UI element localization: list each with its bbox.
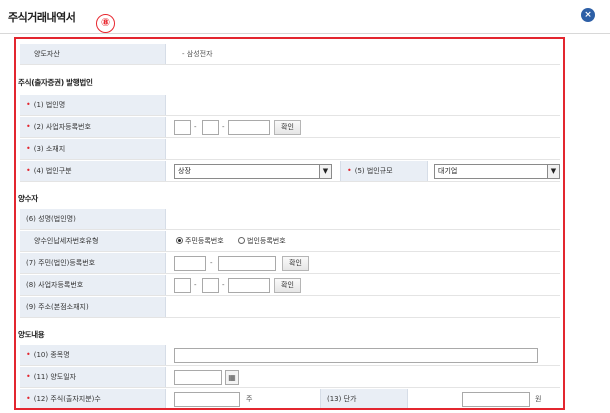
required-icon: •: [26, 100, 31, 109]
shares-unit: 주: [246, 395, 253, 403]
transfer-date-label-text: (11) 양도일자: [33, 373, 77, 381]
row-transferee-name: (6) 성명(법인명): [20, 209, 560, 230]
required-icon: •: [26, 372, 31, 381]
dash: -: [194, 281, 197, 289]
corp-type-select[interactable]: 상장 ▼: [174, 164, 332, 179]
transferee-address-label: (9) 주소(본점소재지): [20, 297, 166, 317]
dash: -: [222, 281, 225, 289]
section-issuer: 주식(출자증권) 발행법인: [18, 78, 93, 87]
row-item-name: • (10) 종목명: [20, 345, 560, 366]
required-icon: •: [26, 350, 31, 359]
radio-corp-reg-no[interactable]: 법인등록번호: [238, 231, 286, 251]
close-icon[interactable]: ×: [581, 8, 595, 22]
radio-corp-reg-no-label: 법인등록번호: [247, 237, 286, 245]
radio-checked-icon: [176, 237, 183, 244]
radio-unchecked-icon: [238, 237, 245, 244]
biz-reg-input-2[interactable]: [202, 120, 219, 135]
address-label: • (3) 소재지: [20, 139, 166, 159]
unit-price-label: (13) 단가: [320, 389, 408, 408]
transferee-biz-reg-input-2[interactable]: [202, 278, 219, 293]
price-unit: 원: [535, 395, 542, 403]
row-corp-name: • (1) 법인명: [20, 95, 560, 116]
unit-price-input[interactable]: [462, 392, 530, 407]
address-label-text: (3) 소재지: [33, 145, 66, 153]
biz-reg-confirm-button[interactable]: 확인: [274, 120, 301, 135]
resident-no-confirm-button[interactable]: 확인: [282, 256, 309, 271]
resident-no-label: (7) 주민(법인)등록번호: [20, 253, 166, 273]
section-transfer: 양도내용: [18, 330, 45, 339]
corp-type-label: • (4) 법인구분: [20, 161, 166, 181]
required-icon: •: [26, 166, 31, 175]
transferee-biz-reg-confirm-button[interactable]: 확인: [274, 278, 301, 293]
corp-type-label-text: (4) 법인구분: [33, 167, 72, 175]
dash: -: [210, 259, 213, 267]
row-transferee-biz-reg: (8) 사업자등록번호 - - 확인: [20, 275, 560, 296]
radio-resident-no[interactable]: 주민등록번호: [176, 231, 224, 251]
transferee-biz-reg-input-1[interactable]: [174, 278, 191, 293]
shares-label: • (12) 주식(출자지분)수: [20, 389, 166, 408]
highlighted-form: 양도자산 - 삼성전자 주식(출자증권) 발행법인 • (1) 법인명 • (2) …: [14, 37, 565, 410]
transfer-date-input[interactable]: [174, 370, 222, 385]
item-name-label: • (10) 종목명: [20, 345, 166, 365]
calendar-icon[interactable]: ▦: [225, 370, 239, 385]
biz-reg-input-1[interactable]: [174, 120, 191, 135]
chevron-down-icon: ▼: [319, 165, 331, 178]
row-id-type: 양수인납세자번호유형 주민등록번호 법인등록번호: [20, 231, 560, 252]
corp-name-label-text: (1) 법인명: [33, 101, 66, 109]
shares-label-text: (12) 주식(출자지분)수: [33, 395, 101, 403]
row-biz-reg: • (2) 사업자등록번호 - - 확인: [20, 117, 560, 138]
required-icon: •: [26, 122, 31, 131]
window-title: 주식거래내역서: [8, 11, 76, 24]
required-icon: •: [26, 144, 31, 153]
transfer-asset-value: - 삼성전자: [182, 50, 213, 58]
step-badge: ⑧: [96, 14, 115, 33]
corp-size-select[interactable]: 대기업 ▼: [434, 164, 560, 179]
id-type-label: 양수인납세자번호유형: [20, 231, 166, 251]
resident-no-input-1[interactable]: [174, 256, 206, 271]
row-transfer-date: • (11) 양도일자 ▦: [20, 367, 560, 388]
transferee-biz-reg-label: (8) 사업자등록번호: [20, 275, 166, 295]
resident-no-input-2[interactable]: [218, 256, 276, 271]
row-address: • (3) 소재지: [20, 139, 560, 160]
section-transferee: 양수자: [18, 194, 38, 203]
window-titlebar: 주식거래내역서 ⑧ ×: [0, 0, 610, 34]
row-corp-type: • (4) 법인구분 상장 ▼ • (5) 법인규모 대기업 ▼: [20, 161, 560, 182]
biz-reg-label: • (2) 사업자등록번호: [20, 117, 166, 137]
biz-reg-label-text: (2) 사업자등록번호: [33, 123, 91, 131]
biz-reg-input-3[interactable]: [228, 120, 270, 135]
corp-size-value: 대기업: [438, 167, 458, 175]
transfer-asset-label: 양도자산: [20, 44, 166, 64]
transferee-name-label: (6) 성명(법인명): [20, 209, 166, 229]
corp-size-label: • (5) 법인규모: [340, 161, 428, 181]
dash: -: [194, 123, 197, 131]
row-transfer-asset: 양도자산 - 삼성전자: [20, 44, 560, 65]
row-transferee-address: (9) 주소(본점소재지): [20, 297, 560, 318]
row-shares: • (12) 주식(출자지분)수 주 (13) 단가 원: [20, 389, 560, 408]
chevron-down-icon: ▼: [547, 165, 559, 178]
transfer-date-label: • (11) 양도일자: [20, 367, 166, 387]
row-resident-no: (7) 주민(법인)등록번호 - 확인: [20, 253, 560, 274]
dash: -: [222, 123, 225, 131]
transferee-biz-reg-input-3[interactable]: [228, 278, 270, 293]
required-icon: •: [347, 166, 352, 175]
shares-input[interactable]: [174, 392, 240, 407]
item-name-label-text: (10) 종목명: [33, 351, 70, 359]
radio-resident-no-label: 주민등록번호: [185, 237, 224, 245]
required-icon: •: [26, 394, 31, 403]
corp-size-label-text: (5) 법인규모: [354, 167, 393, 175]
corp-type-value: 상장: [178, 167, 191, 175]
item-name-input[interactable]: [174, 348, 538, 363]
corp-name-label: • (1) 법인명: [20, 95, 166, 115]
